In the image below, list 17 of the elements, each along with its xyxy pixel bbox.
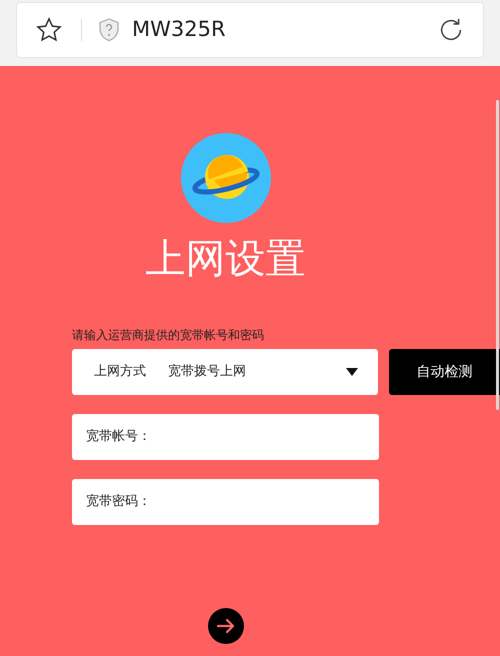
auto-detect-button[interactable]: 自动检测 (388, 349, 500, 395)
arrow-right-icon (216, 617, 236, 635)
next-button[interactable] (208, 608, 244, 644)
select-label: 上网方式 (94, 363, 146, 382)
select-value: 宽带拨号上网 (168, 363, 246, 382)
shield-icon (98, 18, 120, 42)
input-field[interactable]: 宽带帐号： (72, 414, 379, 460)
scrollbar[interactable] (496, 100, 499, 410)
connection-type-select[interactable]: 上网方式 宽带拨号上网 (72, 349, 378, 395)
page-title: 上网设置 (146, 235, 306, 284)
dropdown-caret-icon (346, 368, 358, 376)
star-icon[interactable] (35, 16, 63, 44)
address-text[interactable]: MW325R (132, 14, 226, 46)
field-label: 宽带帐号： (86, 428, 151, 446)
field-label: 宽带密码： (86, 493, 151, 512)
instruction-text: 请输入运营商提供的宽带帐号和密码 (72, 327, 265, 343)
input-field[interactable]: 宽带密码： (72, 479, 379, 525)
